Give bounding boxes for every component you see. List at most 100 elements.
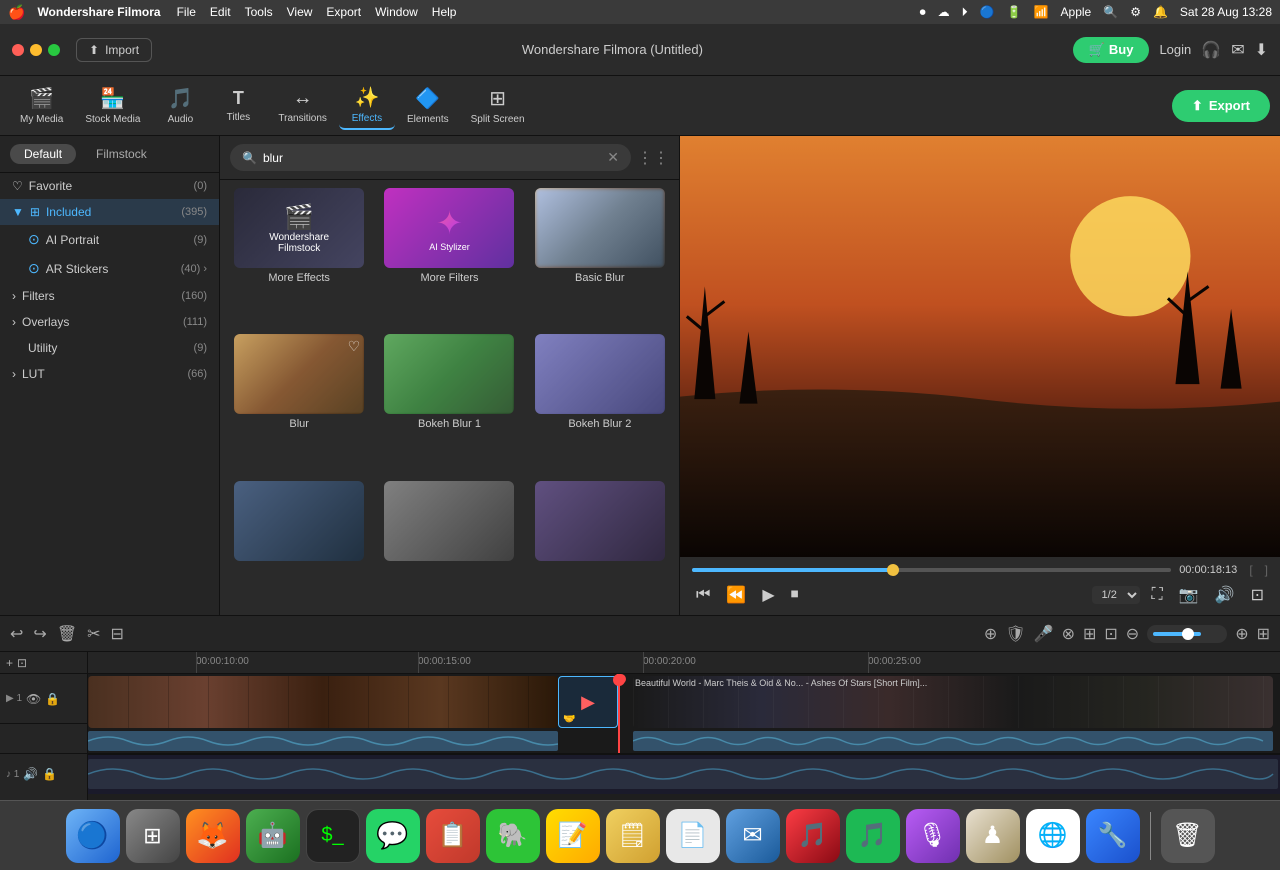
- minimize-button[interactable]: [30, 44, 42, 56]
- search-clear-icon[interactable]: ✕: [607, 149, 619, 166]
- motion-track-icon[interactable]: ⊕: [984, 624, 997, 644]
- timeline-zoom-slider[interactable]: [1147, 625, 1227, 643]
- dock-text-editor[interactable]: 📄: [666, 809, 720, 863]
- menu-edit[interactable]: Edit: [210, 5, 231, 19]
- login-button[interactable]: Login: [1159, 42, 1191, 57]
- voiceover-icon[interactable]: 🎤: [1034, 624, 1054, 644]
- dock-spotify[interactable]: 🎵: [846, 809, 900, 863]
- video-clip-3[interactable]: Beautiful World - Marc Theis & Oid & No.…: [633, 676, 1273, 728]
- toolbar-audio[interactable]: 🎵 Audio: [152, 82, 208, 129]
- menu-file[interactable]: File: [177, 5, 196, 19]
- dock-tasks[interactable]: 📋: [426, 809, 480, 863]
- category-utility[interactable]: Utility (9): [0, 335, 219, 361]
- dock-mail[interactable]: ✉: [726, 809, 780, 863]
- menubar-icon-battery[interactable]: 🔋: [1007, 5, 1022, 19]
- menubar-icon-upload[interactable]: ☁: [938, 5, 950, 19]
- toolbar-split-screen[interactable]: ⊞ Split Screen: [461, 82, 535, 129]
- effect-row4-2[interactable]: [378, 481, 520, 607]
- tab-default[interactable]: Default: [10, 144, 76, 164]
- dock-music[interactable]: 🎵: [786, 809, 840, 863]
- category-lut[interactable]: › LUT (66): [0, 361, 219, 387]
- dock-notes[interactable]: 📝: [546, 809, 600, 863]
- zoom-out-icon[interactable]: ⊖: [1126, 624, 1139, 644]
- toolbar-effects[interactable]: ✨ Effects: [339, 81, 395, 130]
- zoom-in-icon[interactable]: ⊕: [1235, 624, 1248, 644]
- toolbar-transitions[interactable]: ↔ Transitions: [268, 83, 337, 128]
- dock-evernote[interactable]: 🐘: [486, 809, 540, 863]
- menubar-search[interactable]: 🔍: [1103, 5, 1118, 19]
- progress-bar[interactable]: [692, 568, 1171, 572]
- crop-icon[interactable]: ⊡: [1104, 624, 1117, 644]
- apple-menu[interactable]: 🍎: [8, 4, 25, 21]
- effect-basic-blur[interactable]: Basic Blur: [529, 188, 671, 326]
- dock-whatsapp[interactable]: 💬: [366, 809, 420, 863]
- mail-icon[interactable]: ✉: [1231, 40, 1244, 60]
- tab-filmstock[interactable]: Filmstock: [82, 144, 161, 164]
- effect-bokeh-blur-1[interactable]: Bokeh Blur 1: [378, 334, 520, 472]
- video-clip-2[interactable]: ▶ 🤝: [558, 676, 618, 728]
- toolbar-titles[interactable]: T Titles: [210, 84, 266, 127]
- zoom-select[interactable]: 1/2 1/1 1/4: [1092, 586, 1140, 604]
- search-options-icon[interactable]: ⋮⋮: [637, 148, 669, 168]
- export-button[interactable]: ⬆ Export: [1172, 90, 1270, 122]
- pip-icon[interactable]: ⊞: [1083, 624, 1096, 644]
- headphone-icon[interactable]: 🎧: [1201, 40, 1221, 60]
- undo-button[interactable]: ↩: [10, 624, 23, 644]
- effect-row4-3[interactable]: [529, 481, 671, 607]
- keyframe-icon[interactable]: ⊗: [1062, 624, 1075, 644]
- buy-button[interactable]: 🛒 Buy: [1073, 37, 1150, 63]
- menubar-control-center[interactable]: ⚙: [1130, 5, 1141, 19]
- effect-row4-1[interactable]: [228, 481, 370, 607]
- effect-blur[interactable]: ♡ Blur: [228, 334, 370, 472]
- maximize-button[interactable]: [48, 44, 60, 56]
- dock-chess[interactable]: ♟: [966, 809, 1020, 863]
- dock-stickies[interactable]: 🗒: [606, 809, 660, 863]
- dock-toolbox[interactable]: 🔧: [1086, 809, 1140, 863]
- music-clip[interactable]: [88, 759, 1278, 789]
- dock-android-studio[interactable]: 🤖: [246, 809, 300, 863]
- category-favorite[interactable]: ♡ Favorite (0): [0, 173, 219, 199]
- category-included[interactable]: ▼ ⊞ Included (395): [0, 199, 219, 225]
- play-button[interactable]: ▶: [758, 583, 778, 607]
- screenshot-icon[interactable]: 📷: [1175, 583, 1203, 607]
- dock-launchpad[interactable]: ⊞: [126, 809, 180, 863]
- volume-icon[interactable]: 🔊: [1211, 583, 1239, 607]
- music-mute-icon[interactable]: 🔊: [23, 767, 38, 781]
- menu-export[interactable]: Export: [326, 5, 361, 19]
- close-button[interactable]: [12, 44, 24, 56]
- cut-button[interactable]: ✂: [87, 624, 100, 644]
- menubar-icon-play[interactable]: ⏵: [962, 5, 968, 20]
- dock-chrome[interactable]: 🌐: [1026, 809, 1080, 863]
- menubar-icon-record[interactable]: ⏺: [920, 5, 926, 20]
- menubar-notification[interactable]: 🔔: [1153, 5, 1168, 19]
- dock-trash[interactable]: 🗑: [1161, 809, 1215, 863]
- track-visibility-icon[interactable]: 👁: [26, 692, 41, 706]
- menu-help[interactable]: Help: [432, 5, 457, 19]
- redo-button[interactable]: ↪: [33, 624, 46, 644]
- mask-icon[interactable]: 🛡: [1005, 624, 1025, 644]
- fit-view-icon[interactable]: ⊡: [17, 656, 27, 670]
- toolbar-my-media[interactable]: 🎬 My Media: [10, 82, 73, 129]
- category-overlays[interactable]: › Overlays (111): [0, 309, 219, 335]
- category-filters[interactable]: › Filters (160): [0, 283, 219, 309]
- grid-view-icon[interactable]: ⊞: [1257, 624, 1270, 644]
- step-back-button[interactable]: ⏪: [722, 583, 750, 607]
- effect-more-filters[interactable]: ✦ AI Stylizer More Filters: [378, 188, 520, 326]
- menu-view[interactable]: View: [287, 5, 313, 19]
- effect-bokeh-blur-2[interactable]: Bokeh Blur 2: [529, 334, 671, 472]
- music-lock-icon[interactable]: 🔒: [42, 767, 57, 781]
- effect-more-effects[interactable]: 🎬 WondershareFilmstock More Effects: [228, 188, 370, 326]
- fullscreen-icon[interactable]: ⛶: [1148, 584, 1167, 606]
- menubar-icon-wifi[interactable]: 📶: [1034, 5, 1049, 19]
- menu-window[interactable]: Window: [375, 5, 418, 19]
- download-icon[interactable]: ⬇: [1255, 40, 1268, 60]
- menubar-icon-bluetooth[interactable]: 🔵: [980, 5, 995, 19]
- adjust-button[interactable]: ⊟: [111, 624, 124, 644]
- toolbar-stock-media[interactable]: 🏪 Stock Media: [75, 82, 150, 129]
- category-ai-portrait[interactable]: ⊙ AI Portrait (9): [0, 225, 219, 254]
- category-ar-stickers[interactable]: ⊙ AR Stickers (40) ›: [0, 254, 219, 283]
- menu-tools[interactable]: Tools: [245, 5, 273, 19]
- dock-podcasts[interactable]: 🎙: [906, 809, 960, 863]
- import-button[interactable]: ⬆ Import: [76, 38, 152, 62]
- add-track-button[interactable]: +: [6, 656, 13, 670]
